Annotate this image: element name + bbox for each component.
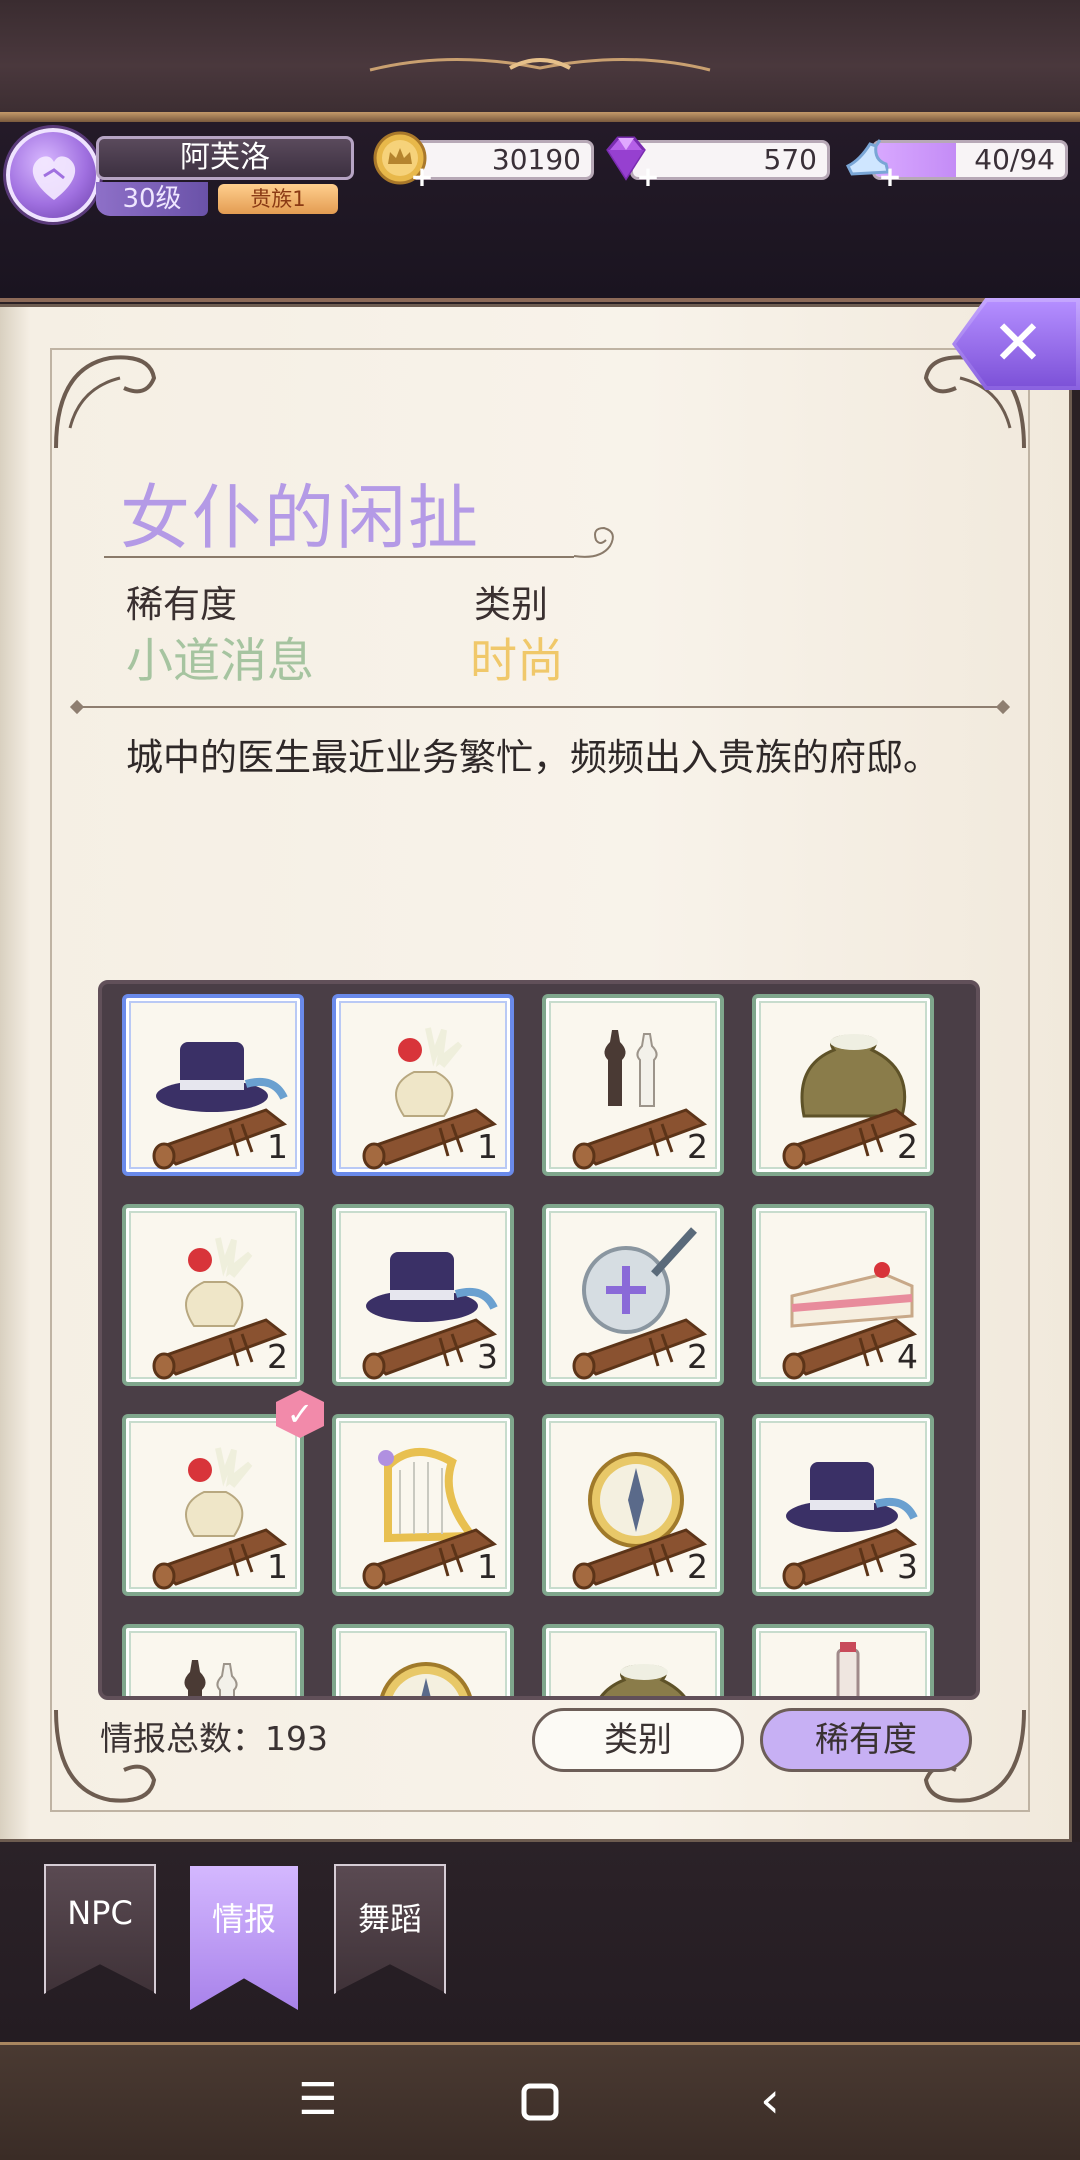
item-count: 1 <box>267 1127 288 1166</box>
rarity-label: 稀有度 <box>126 583 237 626</box>
intel-item-card[interactable]: 4 <box>752 1204 934 1386</box>
intel-item-card[interactable]: 1 <box>122 994 304 1176</box>
diamond-value: 570 <box>763 143 817 176</box>
item-count: 3 <box>897 1547 918 1586</box>
intel-item-card[interactable]: 2 <box>752 994 934 1176</box>
item-count: 2 <box>687 1127 708 1166</box>
add-stamina-button[interactable]: + <box>878 163 902 191</box>
intel-item-card[interactable]: 1 <box>122 1414 304 1596</box>
ornament-flourish-icon <box>369 58 711 72</box>
item-count: 2 <box>897 1127 918 1166</box>
intel-item-card[interactable] <box>752 1624 934 1696</box>
item-count: 1 <box>267 1547 288 1586</box>
intel-grid[interactable]: 1 1 2 2 2 3 2 4 1 1 2 3 <box>98 980 980 1700</box>
intel-item-card[interactable]: 2 <box>122 1204 304 1386</box>
intel-item-card[interactable]: 1 <box>332 1414 514 1596</box>
player-avatar[interactable] <box>6 128 100 222</box>
section-divider <box>78 706 1002 708</box>
noble-rank-badge: 贵族1 <box>218 184 338 214</box>
title-underline <box>104 556 574 558</box>
intel-item-card[interactable]: 1 <box>332 994 514 1176</box>
add-diamond-button[interactable]: + <box>636 163 660 191</box>
sort-type-button[interactable]: 类别 <box>532 1708 744 1772</box>
top-frame <box>0 0 1080 120</box>
type-value: 时尚 <box>470 634 564 689</box>
heart-handshake-icon <box>32 156 76 200</box>
intel-item-card[interactable] <box>332 1624 514 1696</box>
intel-item-card[interactable]: 2 <box>542 1204 724 1386</box>
type-label: 类别 <box>474 583 548 626</box>
intel-item-card[interactable]: 3 <box>332 1204 514 1386</box>
intel-title: 女仆的闲扯 <box>120 477 480 559</box>
intel-total: 情报总数：193 <box>100 1719 328 1758</box>
home-icon <box>521 2083 559 2121</box>
intel-item-card[interactable]: 3 <box>752 1414 934 1596</box>
intel-item-card[interactable] <box>542 1624 724 1696</box>
intel-description: 城中的医生最近业务繁忙，频频出入贵族的府邸。 <box>126 736 940 779</box>
tab-bar <box>0 1842 1080 2042</box>
intel-item-card[interactable]: 2 <box>542 994 724 1176</box>
item-count: 3 <box>477 1337 498 1376</box>
menu-icon[interactable]: ☰ <box>288 2072 348 2132</box>
item-count: 1 <box>477 1547 498 1586</box>
home-button[interactable] <box>510 2072 570 2132</box>
swirl-ornament-icon <box>573 526 614 558</box>
back-icon[interactable]: ‹ <box>740 2072 800 2132</box>
add-gold-button[interactable]: + <box>410 163 434 191</box>
player-name: 阿芙洛 <box>96 136 354 180</box>
item-count: 2 <box>267 1337 288 1376</box>
rarity-value: 小道消息 <box>126 634 314 689</box>
corner-ornament-icon <box>54 355 157 449</box>
gold-value: 30190 <box>491 143 581 176</box>
intel-item-card[interactable] <box>122 1624 304 1696</box>
close-icon: ✕ <box>992 306 1044 379</box>
stamina-value: 40/94 <box>974 143 1055 176</box>
item-count: 1 <box>477 1127 498 1166</box>
item-count: 2 <box>687 1547 708 1586</box>
item-count: 4 <box>897 1337 918 1376</box>
player-level: 30级 <box>96 182 208 216</box>
item-count: 2 <box>687 1337 708 1376</box>
top-rail <box>0 112 1080 122</box>
diamond-counter: 570 <box>630 140 830 180</box>
intel-item-card[interactable]: 2 <box>542 1414 724 1596</box>
sort-rarity-button[interactable]: 稀有度 <box>760 1708 972 1772</box>
